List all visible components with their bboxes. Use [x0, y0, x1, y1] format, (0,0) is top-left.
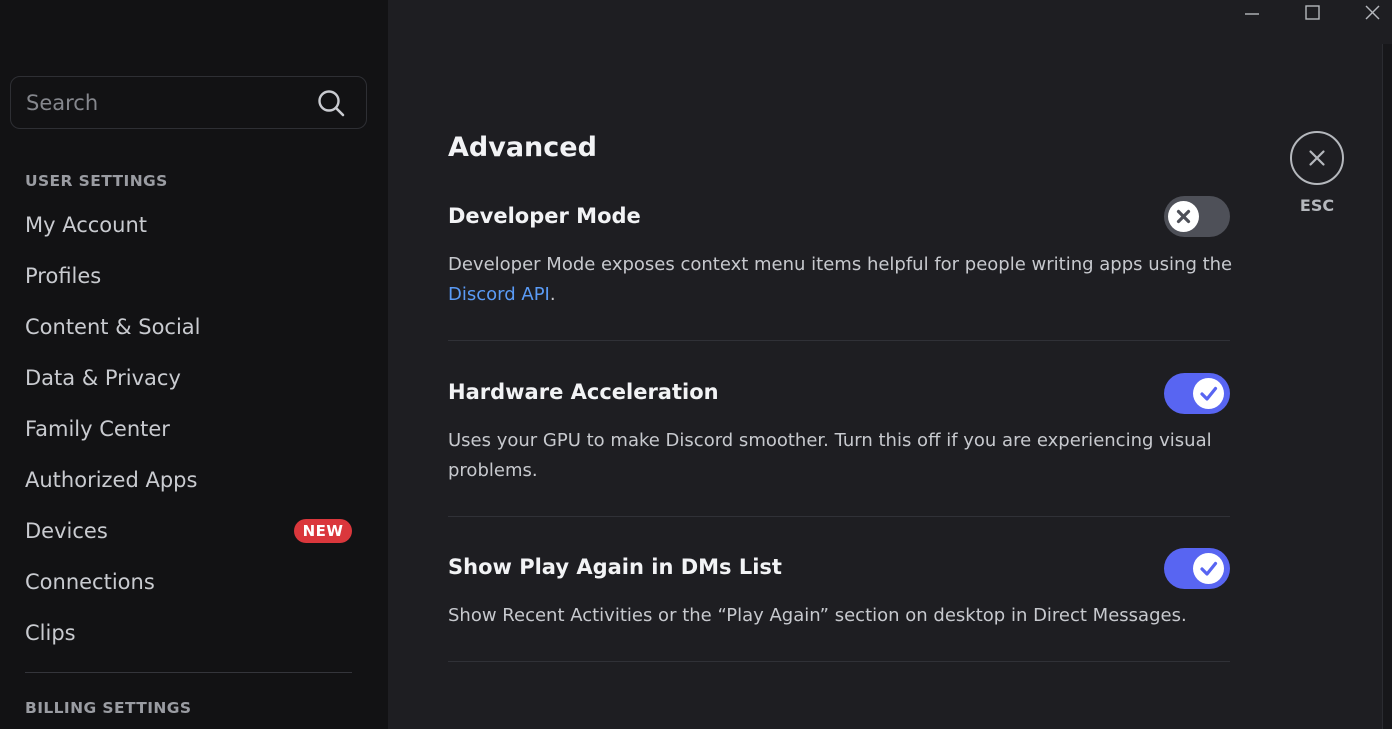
show-play-again-title: Show Play Again in DMs List	[448, 555, 782, 579]
sidebar-item-data-privacy[interactable]: Data & Privacy	[25, 358, 355, 398]
sidebar-item-my-account[interactable]: My Account	[25, 205, 355, 245]
maximize-icon[interactable]	[1287, 0, 1337, 28]
search-icon[interactable]	[316, 88, 346, 118]
esc-label: ESC	[1299, 196, 1335, 215]
hardware-acceleration-title: Hardware Acceleration	[448, 380, 719, 404]
toggle-knob	[1193, 378, 1224, 409]
settings-sidebar: Search USER SETTINGS My Account Profiles…	[0, 0, 388, 729]
sidebar-item-family-center[interactable]: Family Center	[25, 409, 355, 449]
page-title: Advanced	[448, 132, 597, 163]
hardware-acceleration-description: Uses your GPU to make Discord smoother. …	[448, 430, 1212, 481]
close-settings-button[interactable]	[1290, 131, 1344, 185]
sidebar-item-clips[interactable]: Clips	[25, 613, 355, 653]
toggle-knob	[1168, 201, 1199, 232]
sidebar-divider	[25, 672, 352, 673]
developer-mode-description: Developer Mode exposes context menu item…	[448, 250, 1238, 310]
developer-mode-toggle[interactable]	[1164, 196, 1230, 237]
x-icon	[1176, 209, 1191, 224]
minimize-icon[interactable]	[1227, 0, 1277, 28]
search-placeholder: Search	[26, 91, 99, 115]
setting-divider	[448, 340, 1230, 341]
sidebar-item-connections[interactable]: Connections	[25, 562, 355, 602]
close-icon	[1309, 150, 1325, 166]
hardware-acceleration-toggle[interactable]	[1164, 373, 1230, 414]
setting-divider	[448, 661, 1230, 662]
show-play-again-description: Show Recent Activities or the “Play Agai…	[448, 605, 1187, 626]
sidebar-item-authorized-apps[interactable]: Authorized Apps	[25, 460, 355, 500]
close-window-icon[interactable]	[1342, 0, 1392, 28]
check-icon	[1200, 386, 1218, 401]
setting-divider	[448, 516, 1230, 517]
sidebar-item-content-social[interactable]: Content & Social	[25, 307, 355, 347]
check-icon	[1200, 561, 1218, 576]
description-period: .	[549, 284, 556, 305]
discord-api-link[interactable]: Discord API	[448, 284, 550, 305]
user-settings-header: USER SETTINGS	[25, 172, 168, 190]
developer-mode-title: Developer Mode	[448, 204, 641, 228]
sidebar-item-profiles[interactable]: Profiles	[25, 256, 355, 296]
toggle-knob	[1193, 553, 1224, 584]
developer-mode-description-text: Developer Mode exposes context menu item…	[448, 254, 1233, 275]
billing-settings-header: BILLING SETTINGS	[25, 699, 192, 717]
show-play-again-toggle[interactable]	[1164, 548, 1230, 589]
scrollbar[interactable]	[1382, 44, 1392, 729]
new-badge: NEW	[294, 519, 352, 543]
search-input[interactable]: Search	[10, 76, 367, 129]
